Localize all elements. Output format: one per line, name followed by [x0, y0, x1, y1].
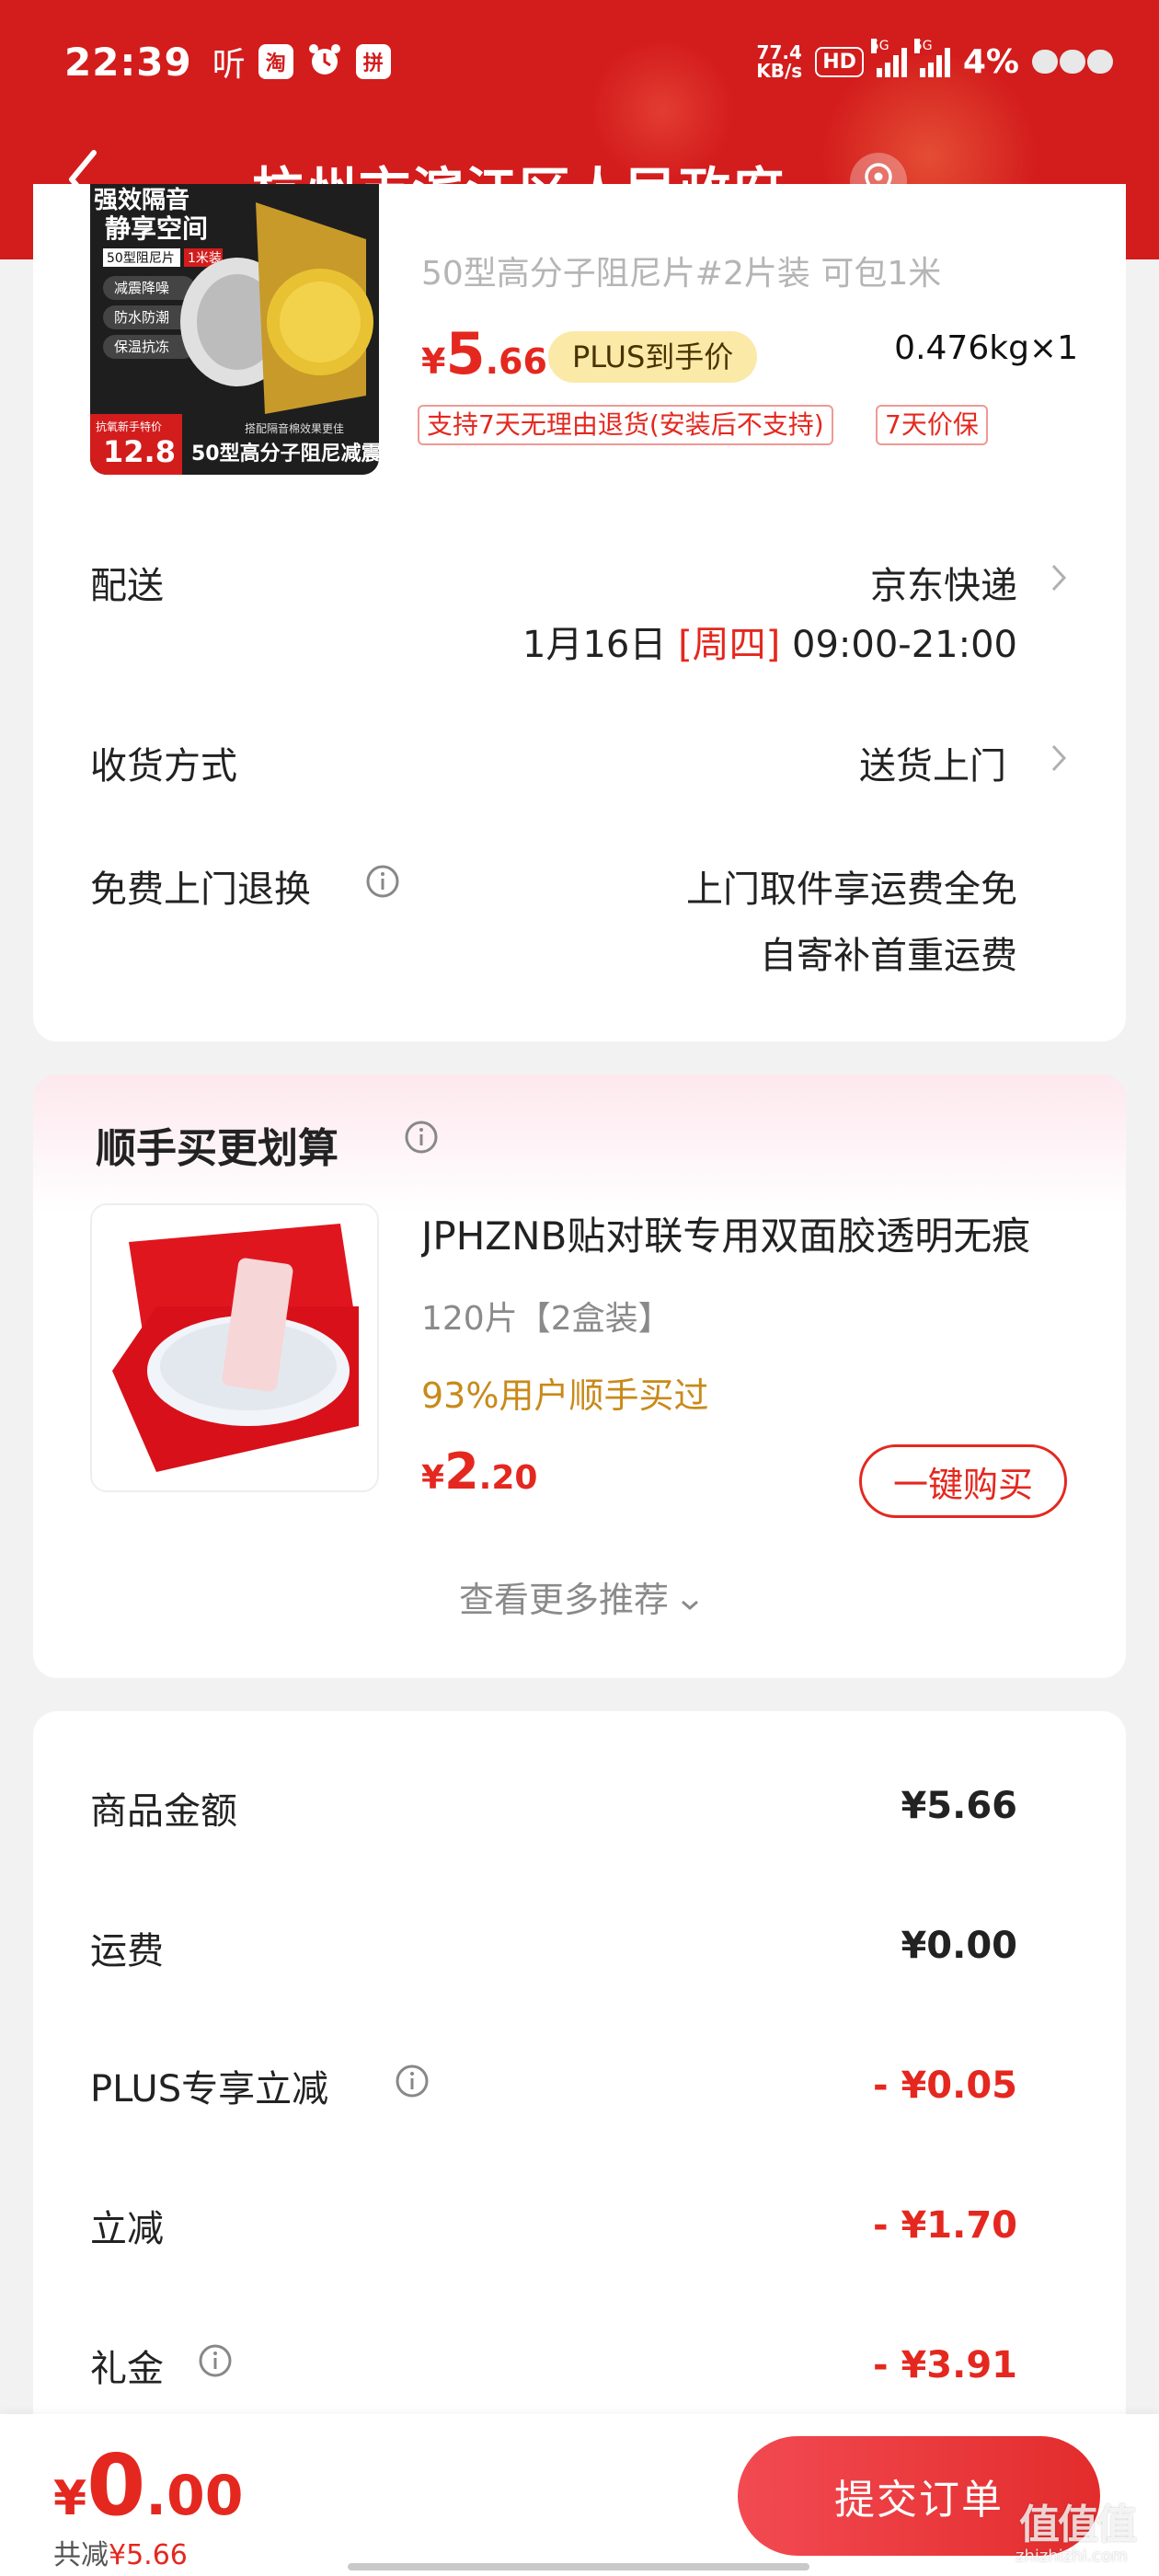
signal-icon: 5G: [870, 39, 907, 77]
svg-text:静享空间: 静享空间: [105, 213, 208, 244]
receive-method[interactable]: 送货上门: [859, 736, 1006, 789]
summary-value-plus-discount: - ¥0.05: [872, 2064, 1017, 2107]
alarm-icon: [306, 41, 343, 82]
free-return-line2: 自寄补首重运费: [760, 935, 1017, 977]
product-weight-qty: 0.476kg×1: [894, 329, 1078, 367]
summary-value-shipping: ¥0.00: [901, 1925, 1017, 1967]
network-speed: 77.4 KB/s: [756, 41, 803, 82]
free-return-line1: 上门取件享运费全免: [686, 868, 1017, 911]
summary-label-shipping: 运费: [90, 1930, 164, 1972]
svg-text:搭配隔音棉效果更佳: 搭配隔音棉效果更佳: [245, 421, 344, 435]
recommend-product-name[interactable]: JPHZNB贴对联专用双面胶透明无痕: [421, 1205, 1074, 1261]
delivery-time[interactable]: 1月16日 [周四] 09:00-21:00: [522, 615, 1017, 668]
home-indicator[interactable]: [348, 2563, 809, 2570]
battery-percent: 4%: [962, 42, 1019, 81]
recommend-product-image[interactable]: [90, 1203, 379, 1492]
status-bar: 22:39 听 淘 拼 77.4 KB/s HD 5G 5G 4%: [64, 29, 1113, 94]
recommend-card: 顺手买更划算 JPHZNB贴对联专用双面胶透明无痕 120片【2盒装】 93%用…: [33, 1075, 1126, 1678]
summary-label-gift-money: 礼金: [90, 2348, 164, 2390]
product-image[interactable]: 强效隔音 静享空间 50型阻尼片 1米装 减震降噪 防水防潮 保温抗冻 抗氧新手…: [90, 184, 379, 475]
signal-icon: 5G: [913, 39, 950, 77]
checkout-bar: ¥0.00 共减¥5.66 提交订单: [0, 2414, 1159, 2576]
info-icon[interactable]: [403, 1119, 440, 1156]
info-icon[interactable]: [364, 863, 401, 900]
svg-text:50型阻尼片: 50型阻尼片: [107, 251, 175, 266]
summary-value-gift-money: - ¥3.91: [872, 2344, 1017, 2386]
total-saved: 共减¥5.66: [53, 2539, 188, 2571]
svg-text:防水防潮: 防水防潮: [114, 309, 169, 326]
recommend-product-spec: 120片【2盒装】: [421, 1300, 671, 1338]
svg-text:减震降噪: 减震降噪: [114, 280, 169, 296]
battery-icon: [1032, 50, 1113, 74]
plus-price-badge: PLUS到手价: [548, 331, 758, 383]
info-icon[interactable]: [197, 2342, 234, 2379]
watermark-logo: 值值值: [1019, 2501, 1137, 2548]
status-time: 22:39: [64, 39, 192, 85]
svg-text:抗氧新手特价: 抗氧新手特价: [96, 420, 162, 433]
return-policy-tag: 支持7天无理由退货(安装后不支持): [418, 405, 833, 445]
one-click-buy-button[interactable]: 一键购买: [859, 1444, 1067, 1518]
svg-text:50型高分子阻尼减震片: 50型高分子阻尼减震片: [191, 442, 379, 466]
chevron-right-icon[interactable]: [1049, 561, 1069, 594]
recommend-social-proof: 93%用户顺手买过: [421, 1375, 709, 1416]
pinduoduo-notification-icon: 拼: [355, 44, 391, 79]
order-item-card: 强效隔音 静享空间 50型阻尼片 1米装 减震降噪 防水防潮 保温抗冻 抗氧新手…: [33, 184, 1126, 1041]
summary-value-instant-discount: - ¥1.70: [872, 2204, 1017, 2247]
taobao-notification-icon: 淘: [258, 44, 293, 79]
price-protect-tag: 7天价保: [876, 405, 988, 445]
free-return-label: 免费上门退换: [90, 868, 311, 911]
hd-voice-icon: HD: [815, 46, 864, 77]
delivery-label: 配送: [90, 565, 164, 607]
info-icon[interactable]: [394, 2063, 430, 2099]
recommend-product-price: ¥2.20: [421, 1443, 538, 1501]
svg-text:保温抗冻: 保温抗冻: [114, 339, 169, 355]
svg-text:强效隔音: 强效隔音: [94, 186, 189, 214]
recommend-title: 顺手买更划算: [96, 1125, 339, 1172]
summary-label-goods: 商品金额: [90, 1790, 237, 1833]
summary-label-instant-discount: 立减: [90, 2208, 164, 2250]
total-price: ¥0.00: [53, 2436, 244, 2535]
delivery-method[interactable]: 京东快递: [870, 556, 1017, 609]
chevron-right-icon[interactable]: [1049, 742, 1069, 775]
summary-label-plus-discount: PLUS专享立减: [90, 2068, 329, 2110]
product-price: ¥5.66: [421, 320, 547, 387]
listen-icon: 听: [212, 46, 246, 84]
watermark-site: zhizhizhi.com: [1016, 2547, 1128, 2566]
summary-value-goods: ¥5.66: [901, 1785, 1017, 1827]
receive-label: 收货方式: [90, 745, 237, 788]
chevron-down-icon: [682, 1600, 699, 1610]
svg-text:12.8: 12.8: [103, 434, 176, 469]
product-subtitle: 50型高分子阻尼片#2片装 可包1米: [421, 255, 942, 293]
see-more-recommend-link[interactable]: 查看更多推荐: [33, 1571, 1126, 1622]
